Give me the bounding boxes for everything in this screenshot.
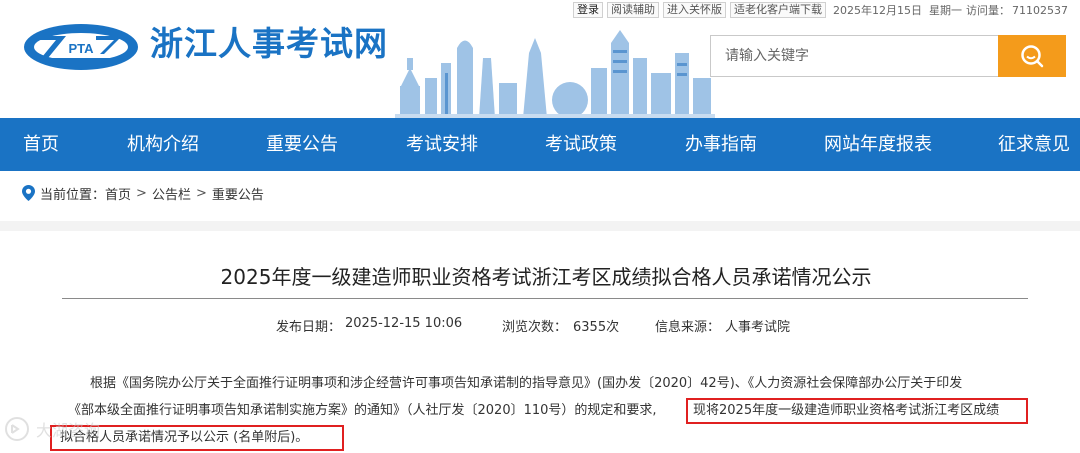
top-utility-bar: 登录 阅读辅助 进入关怀版 适老化客户端下载 2025年12月15日 星期一 访…: [569, 2, 1068, 18]
highlight-box: [686, 398, 1028, 424]
article-body-line: 《部本级全面推行证明事项告知承诺制实施方案》的通知》（人社厅发〔2020〕110…: [68, 403, 657, 418]
care-version-link[interactable]: 进入关怀版: [663, 2, 726, 18]
breadcrumb-area: 当前位置： 首页 > 公告栏 > 重要公告: [0, 171, 1080, 231]
breadcrumb-label: 当前位置：: [40, 187, 106, 203]
nav-item-exam-schedule[interactable]: 考试安排: [406, 118, 478, 171]
city-skyline-illustration: [395, 30, 715, 118]
view-count-value: 6355次: [573, 320, 620, 335]
nav-item-home[interactable]: 首页: [23, 118, 59, 171]
login-link[interactable]: 登录: [573, 2, 603, 18]
publish-date-label: 发布日期：: [276, 320, 342, 335]
visits-count: 71102537: [1012, 3, 1068, 17]
search-input[interactable]: [710, 35, 998, 77]
nav-item-feedback[interactable]: 征求意见: [998, 118, 1070, 171]
breadcrumb: 当前位置： 首页 > 公告栏 > 重要公告: [22, 183, 264, 203]
breadcrumb-separator: >: [136, 185, 147, 201]
logo-text: PTA: [68, 41, 94, 56]
publish-date-value: 2025-12-15 10:06: [345, 316, 463, 331]
site-logo[interactable]: PTA: [22, 22, 140, 72]
source-label: 信息来源：: [655, 320, 721, 335]
watermark: 大湖咨询: [4, 414, 134, 444]
section-divider: [0, 221, 1080, 231]
weekday: 星期一: [929, 4, 962, 17]
search-button[interactable]: [998, 35, 1066, 77]
breadcrumb-home[interactable]: 首页: [105, 184, 131, 203]
breadcrumb-bulletin[interactable]: 公告栏: [152, 184, 191, 203]
site-header: 登录 阅读辅助 进入关怀版 适老化客户端下载 2025年12月15日 星期一 访…: [0, 0, 1080, 118]
nav-item-exam-policy[interactable]: 考试政策: [545, 118, 617, 171]
search-icon: [1021, 45, 1044, 68]
location-pin-icon: [22, 185, 35, 201]
read-assist-link[interactable]: 阅读辅助: [607, 2, 659, 18]
visits-label: 访问量：: [966, 4, 1010, 17]
article-meta: 发布日期： 2025-12-15 10:06 浏览次数： 6355次 信息来源：…: [0, 316, 1080, 336]
senior-app-download-link[interactable]: 适老化客户端下载: [730, 2, 826, 18]
nav-item-service-guide[interactable]: 办事指南: [685, 118, 757, 171]
article-title: 2025年度一级建造师职业资格考试浙江考区成绩拟合格人员承诺情况公示: [220, 265, 872, 289]
watermark-logo-icon: [5, 417, 29, 441]
nav-item-announcements[interactable]: 重要公告: [266, 118, 338, 171]
pta-logo-icon: PTA: [24, 24, 138, 70]
title-divider: [62, 298, 1028, 299]
site-title[interactable]: 浙江人事考试网: [150, 22, 388, 66]
breadcrumb-separator: >: [195, 185, 207, 201]
current-date: 2025年12月15日: [833, 4, 922, 17]
breadcrumb-important-notices[interactable]: 重要公告: [212, 184, 264, 203]
source-value: 人事考试院: [725, 320, 791, 335]
nav-item-annual-report[interactable]: 网站年度报表: [824, 118, 932, 171]
view-count-label: 浏览次数：: [502, 320, 568, 335]
watermark-text: 大湖咨询: [36, 421, 101, 440]
article-body-line: 根据《国务院办公厅关于全面推行证明事项和涉企经营许可事项告知承诺制的指导意见》(…: [90, 376, 963, 391]
main-nav: 首页 机构介绍 重要公告 考试安排 考试政策 办事指南 网站年度报表 征求意见: [0, 118, 1080, 171]
nav-item-about[interactable]: 机构介绍: [127, 118, 199, 171]
